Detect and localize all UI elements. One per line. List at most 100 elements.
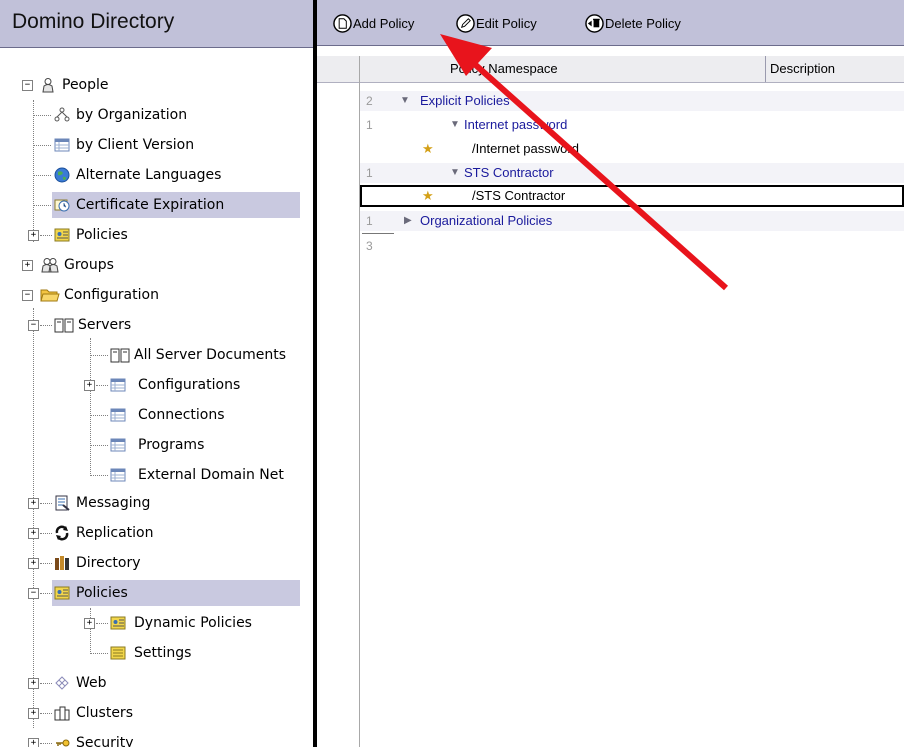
view-icon [110, 468, 126, 482]
expand-toggle[interactable]: + [84, 380, 95, 391]
tree-item-label: Connections [138, 407, 225, 423]
directory-books-icon [55, 556, 69, 570]
category-row-internet-password[interactable]: ▼ Internet password [360, 115, 904, 135]
tree-item-label: Dynamic Policies [134, 615, 252, 631]
tree-item-label: Programs [138, 437, 205, 453]
tree-item-certificate-expiration[interactable]: Certificate Expiration [52, 192, 300, 218]
certificate-clock-icon [54, 199, 70, 212]
expanded-triangle-icon[interactable]: ▼ [450, 115, 460, 135]
tree-item-settings[interactable]: Settings [0, 640, 313, 666]
row-count: 1 [366, 118, 373, 132]
organization-icon [54, 107, 70, 122]
collapse-toggle[interactable]: − [22, 80, 33, 91]
total-count: 3 [366, 239, 373, 253]
tree-item-by-organization[interactable]: by Organization [0, 102, 313, 128]
collapse-toggle[interactable]: − [28, 588, 39, 599]
tree-item-configurations[interactable]: + Configurations [0, 372, 313, 398]
collapsed-triangle-icon[interactable]: ▶ [404, 211, 412, 231]
collapse-toggle[interactable]: − [28, 320, 39, 331]
column-title: Description [770, 61, 836, 76]
tree-item-connections[interactable]: Connections [0, 402, 313, 428]
new-document-icon [333, 14, 352, 33]
expand-toggle[interactable]: + [28, 528, 39, 539]
pane-splitter[interactable] [313, 0, 317, 747]
tree-item-people[interactable]: − People [0, 72, 313, 98]
tree-item-web[interactable]: + Web [0, 670, 313, 696]
tree-item-groups[interactable]: + Groups [0, 252, 313, 278]
expand-toggle[interactable]: + [28, 498, 39, 509]
tree-item-label: by Organization [76, 107, 188, 123]
category-row-organizational-policies[interactable]: ▶ Organizational Policies [360, 211, 904, 231]
expand-toggle[interactable]: + [28, 708, 39, 719]
tree-item-servers[interactable]: − Servers [0, 312, 313, 338]
view-icon [110, 438, 126, 452]
tree-item-by-client-version[interactable]: by Client Version [0, 132, 313, 158]
navigator-pane: Domino Directory − People by Organizatio… [0, 0, 313, 747]
folder-open-icon [40, 289, 60, 302]
tree-item-messaging[interactable]: + Messaging [0, 490, 313, 516]
add-policy-button[interactable]: Add Policy [333, 13, 443, 35]
edit-policy-label: Edit Policy [476, 16, 537, 31]
group-icon [41, 258, 59, 273]
tree-item-clusters[interactable]: + Clusters [0, 700, 313, 726]
total-rule [362, 233, 394, 234]
replication-icon [55, 525, 69, 541]
expanded-triangle-icon[interactable]: ▼ [450, 163, 460, 183]
expand-toggle[interactable]: + [28, 230, 39, 241]
tree-item-directory[interactable]: + Directory [0, 550, 313, 576]
globe-icon [54, 167, 70, 183]
tree-item-label: Servers [78, 317, 132, 333]
tree-item-configuration[interactable]: − Configuration [0, 282, 313, 308]
expand-toggle[interactable]: + [28, 678, 39, 689]
tree-item-replication[interactable]: + Replication [0, 520, 313, 546]
star-icon: ★ [422, 141, 434, 156]
tree-item-label: Alternate Languages [76, 167, 222, 183]
document-label: /Internet password [472, 141, 579, 156]
tree-item-label: Configurations [138, 377, 241, 393]
add-policy-label: Add Policy [353, 16, 415, 31]
expand-toggle[interactable]: + [22, 260, 33, 271]
expand-toggle[interactable]: + [28, 558, 39, 569]
category-row-explicit-policies[interactable]: ▼ Explicit Policies [360, 91, 904, 111]
tree-item-alternate-languages[interactable]: Alternate Languages [0, 162, 313, 188]
expand-toggle[interactable]: + [84, 618, 95, 629]
web-icon [55, 676, 69, 690]
document-row-sts-contractor[interactable]: ★ /STS Contractor [360, 185, 904, 207]
tree-item-label: Replication [76, 525, 154, 541]
key-icon [56, 739, 70, 747]
row-count: 2 [366, 94, 373, 108]
tree-item-programs[interactable]: Programs [0, 432, 313, 458]
column-header-description[interactable]: Description [765, 56, 904, 82]
tree-item-label: Configuration [64, 287, 159, 303]
tree-item-label: Security [76, 735, 134, 747]
document-row-internet-password[interactable]: ★ /Internet password [360, 139, 904, 159]
tree-item-configuration-policies[interactable]: Policies [52, 580, 300, 606]
tree-item-label: Policies [76, 227, 128, 243]
tree-item-dynamic-policies[interactable]: + Dynamic Policies [0, 610, 313, 636]
policy-icon [54, 228, 70, 242]
collapse-toggle[interactable]: − [22, 290, 33, 301]
category-label: Internet password [464, 117, 568, 132]
view-icon [54, 138, 70, 152]
category-row-sts-contractor[interactable]: ▼ STS Contractor [360, 163, 904, 183]
policy-icon [110, 616, 126, 630]
tree-item-label: by Client Version [76, 137, 195, 153]
tree-item-external-domain-net[interactable]: External Domain Net [0, 462, 313, 488]
settings-doc-icon [110, 646, 126, 660]
navigator-header: Domino Directory [0, 0, 313, 48]
navigator-title: Domino Directory [12, 10, 175, 33]
tree-item-people-policies[interactable]: + Policies [0, 222, 313, 248]
servers-icon [110, 348, 130, 363]
tree-item-label: Groups [64, 257, 114, 273]
view-icon [110, 378, 126, 392]
view-margin-separator [359, 56, 360, 747]
tree-item-all-server-documents[interactable]: All Server Documents [0, 342, 313, 368]
column-header-policy-namespace[interactable]: Policy Namespace [359, 56, 764, 82]
expanded-triangle-icon[interactable]: ▼ [400, 91, 410, 111]
expand-toggle[interactable]: + [28, 738, 39, 747]
document-label: /STS Contractor [472, 188, 566, 203]
edit-policy-button[interactable]: Edit Policy [456, 13, 568, 35]
tree-item-security[interactable]: + Security [0, 730, 313, 747]
delete-policy-button[interactable]: Delete Policy [585, 13, 715, 35]
category-label: Organizational Policies [420, 213, 553, 228]
